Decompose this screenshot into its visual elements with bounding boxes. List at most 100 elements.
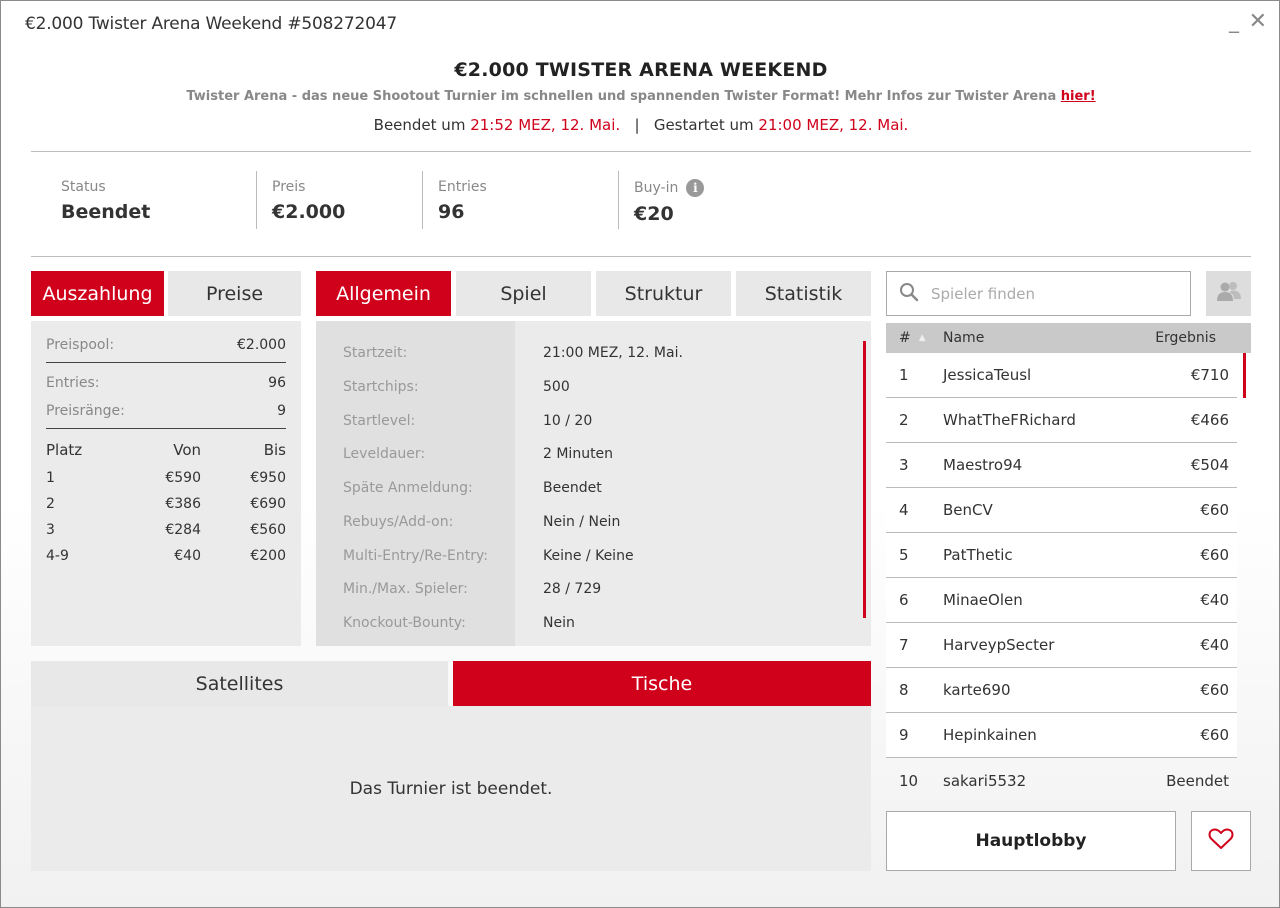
player-row[interactable]: 3 Maestro94 €504 — [886, 443, 1237, 488]
main-lobby-button[interactable]: Hauptlobby — [886, 811, 1176, 871]
info-value: Nein / Nein — [543, 514, 621, 530]
search-input[interactable] — [931, 284, 1171, 303]
tournament-times: Beendet um 21:52 MEZ, 12. Mai. | Gestart… — [31, 116, 1251, 134]
info-value: Nein — [543, 615, 575, 631]
cell-to: €200 — [250, 548, 286, 564]
info-row: Multi-Entry/Re-Entry: Keine / Keine — [316, 539, 856, 573]
stat-label: Status — [61, 179, 106, 195]
player-result: €40 — [1200, 636, 1229, 654]
info-row: Startzeit: 21:00 MEZ, 12. Mai. — [316, 336, 856, 370]
tournament-header: €2.000 TWISTER ARENA WEEKEND Twister Are… — [31, 53, 1251, 134]
window-title: €2.000 Twister Arena Weekend #508272047 — [25, 13, 397, 34]
prizepool-value: €2.000 — [237, 337, 286, 353]
tournament-ended-message: Das Turnier ist beendet. — [349, 778, 553, 799]
tournament-title: €2.000 TWISTER ARENA WEEKEND — [454, 59, 828, 81]
cell-from: €284 — [165, 522, 201, 538]
player-search[interactable] — [886, 271, 1191, 316]
player-name: HarveypSecter — [943, 636, 1055, 654]
tab-spiel[interactable]: Spiel — [456, 271, 591, 316]
ranks-row: Preisränge: 9 — [46, 397, 286, 425]
stat-value: 96 — [438, 201, 465, 223]
entries-label: Entries: — [46, 375, 100, 391]
player-result: €504 — [1190, 456, 1229, 474]
player-rank: 3 — [899, 456, 909, 474]
player-name: karte690 — [943, 681, 1011, 699]
player-result: €40 — [1200, 591, 1229, 609]
table-row: 1 €590 €950 — [46, 465, 286, 491]
player-row[interactable]: 1 JessicaTeusl €710 — [886, 353, 1237, 398]
stat-status: Status Beendet — [31, 171, 257, 229]
cell-from: €386 — [165, 496, 201, 512]
player-rank: 9 — [899, 726, 909, 744]
info-icon[interactable]: i — [686, 179, 705, 197]
friends-button[interactable] — [1206, 271, 1251, 316]
player-row[interactable]: 8 karte690 €60 — [886, 668, 1237, 713]
scrollbar[interactable] — [863, 341, 866, 618]
general-info-panel[interactable]: Startzeit: 21:00 MEZ, 12. Mai. Startchip… — [316, 321, 871, 646]
cell-place: 4-9 — [46, 548, 69, 564]
ended-time: 21:52 MEZ, 12. Mai. — [470, 116, 621, 134]
player-row[interactable]: 10 sakari5532 Beendet — [886, 758, 1237, 803]
col-result[interactable]: Ergebnis — [1121, 330, 1251, 346]
heart-icon — [1208, 827, 1234, 855]
players-table-header: # ▲ Name Ergebnis — [886, 323, 1251, 353]
minimize-icon[interactable]: _ — [1229, 9, 1239, 33]
player-rank: 1 — [899, 366, 909, 384]
tab-tische[interactable]: Tische — [453, 661, 871, 706]
cell-to: €560 — [250, 522, 286, 538]
close-icon[interactable]: ✕ — [1249, 9, 1267, 34]
favorite-button[interactable] — [1191, 811, 1251, 871]
tab-allgemein[interactable]: Allgemein — [316, 271, 451, 316]
player-name: BenCV — [943, 501, 993, 519]
cell-place: 3 — [46, 522, 55, 538]
player-name: PatThetic — [943, 546, 1013, 564]
prizepool-label: Preispool: — [46, 337, 115, 353]
cell-place: 2 — [46, 496, 55, 512]
tab-satellites[interactable]: Satellites — [31, 661, 448, 706]
stat-value: €2.000 — [272, 201, 346, 223]
player-row[interactable]: 4 BenCV €60 — [886, 488, 1237, 533]
table-row: 3 €284 €560 — [46, 517, 286, 543]
tournament-subtitle: Twister Arena - das neue Shootout Turnie… — [31, 89, 1251, 104]
player-row[interactable]: 6 MinaeOlen €40 — [886, 578, 1237, 623]
info-row: Knockout-Bounty: Nein — [316, 606, 856, 640]
player-row[interactable]: 2 WhatTheFRichard €466 — [886, 398, 1237, 443]
info-label: Min./Max. Spieler: — [343, 581, 468, 597]
scrollbar[interactable] — [1243, 353, 1246, 398]
info-row: Startlevel: 10 / 20 — [316, 404, 856, 438]
player-row[interactable]: 9 Hepinkainen €60 — [886, 713, 1237, 758]
stat-value: €20 — [634, 203, 674, 225]
player-name: MinaeOlen — [943, 591, 1023, 609]
player-rank: 2 — [899, 411, 909, 429]
table-row: 4-9 €40 €200 — [46, 543, 286, 569]
player-result: €60 — [1200, 501, 1229, 519]
divider — [46, 428, 286, 429]
player-rank: 5 — [899, 546, 909, 564]
tables-panel: Das Turnier ist beendet. — [31, 706, 871, 871]
player-rank: 7 — [899, 636, 909, 654]
time-separator: | — [634, 116, 640, 134]
tab-statistik[interactable]: Statistik — [736, 271, 871, 316]
info-link[interactable]: hier! — [1061, 89, 1096, 104]
info-label: Multi-Entry/Re-Entry: — [343, 548, 488, 564]
info-label: Startchips: — [343, 379, 419, 395]
entries-value: 96 — [268, 375, 286, 391]
player-rank: 4 — [899, 501, 909, 519]
col-rank[interactable]: # ▲ — [886, 330, 943, 346]
tab-preise[interactable]: Preise — [168, 271, 301, 316]
player-row[interactable]: 5 PatThetic €60 — [886, 533, 1237, 578]
divider — [31, 151, 1251, 152]
tab-struktur[interactable]: Struktur — [596, 271, 731, 316]
started-label: Gestartet um — [653, 116, 754, 134]
users-icon — [1216, 281, 1242, 307]
col-name[interactable]: Name — [943, 330, 1121, 346]
tab-auszahlung[interactable]: Auszahlung — [31, 271, 164, 316]
divider — [46, 362, 286, 363]
info-label: Startzeit: — [343, 345, 408, 361]
stat-label: Entries — [438, 179, 487, 195]
ranks-label: Preisränge: — [46, 403, 125, 419]
player-rank: 10 — [899, 771, 919, 790]
player-row[interactable]: 7 HarveypSecter €40 — [886, 623, 1237, 668]
cell-to: €950 — [250, 470, 286, 486]
info-row: Rebuys/Add-on: Nein / Nein — [316, 505, 856, 539]
